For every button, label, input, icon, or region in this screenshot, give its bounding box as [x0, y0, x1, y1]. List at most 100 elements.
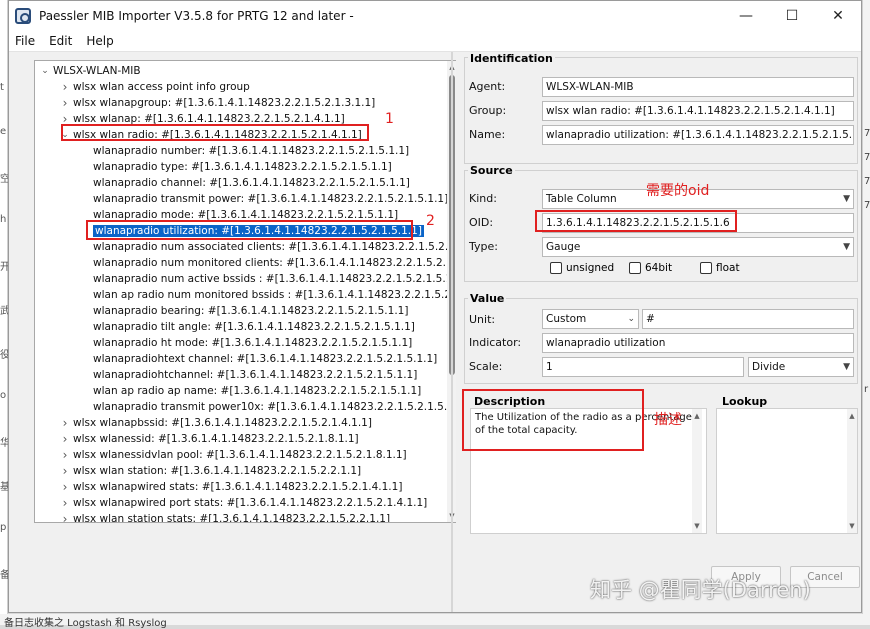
- background-glyph: h: [0, 214, 7, 225]
- tree-item[interactable]: wlanapradio bearing: #[1.3.6.1.4.1.14823…: [93, 304, 408, 319]
- tree-item-label: wlanapradio transmit power: #[1.3.6.1.4.…: [93, 193, 449, 205]
- close-button[interactable]: ✕: [815, 1, 861, 31]
- maximize-button[interactable]: ☐: [769, 1, 815, 31]
- tree-item[interactable]: wlsx wlanapbssid: #[1.3.6.1.4.1.14823.2.…: [73, 416, 372, 431]
- scroll-up-icon[interactable]: ▲: [847, 411, 857, 421]
- scroll-down-icon[interactable]: ▼: [692, 521, 702, 531]
- tree-item[interactable]: wlsx wlanapgroup: #[1.3.6.1.4.1.14823.2.…: [73, 96, 375, 111]
- tree-item[interactable]: wlanapradio ht mode: #[1.3.6.1.4.1.14823…: [93, 336, 412, 351]
- tree-item-label: wlanapradiohtext channel: #[1.3.6.1.4.1.…: [93, 353, 438, 365]
- value-title: Value: [468, 292, 507, 305]
- unit-label: Unit:: [469, 313, 496, 326]
- tree-item[interactable]: WLSX-WLAN-MIB: [53, 64, 141, 79]
- tree-item-label: wlanapradio number: #[1.3.6.1.4.1.14823.…: [93, 145, 410, 157]
- panel-splitter[interactable]: [451, 52, 453, 612]
- description-scrollbar[interactable]: ▲ ▼: [692, 409, 702, 533]
- annotation-box-description: [462, 389, 644, 451]
- tree-item[interactable]: wlanapradio number: #[1.3.6.1.4.1.14823.…: [93, 144, 409, 159]
- menu-bar: File Edit Help: [9, 31, 861, 52]
- type-label: Type:: [469, 240, 498, 253]
- tree-item[interactable]: wlsx wlanessid: #[1.3.6.1.4.1.14823.2.2.…: [73, 432, 359, 447]
- group-field[interactable]: wlsx wlan radio: #[1.3.6.1.4.1.14823.2.2…: [542, 101, 854, 121]
- tree-item[interactable]: wlsx wlanessidvlan pool: #[1.3.6.1.4.1.1…: [73, 448, 407, 463]
- tree-item-label: wlsx wlanapwired port stats: #[1.3.6.1.4…: [73, 497, 428, 509]
- tree-item[interactable]: wlanapradio type: #[1.3.6.1.4.1.14823.2.…: [93, 160, 392, 175]
- tree-item[interactable]: wlanapradio channel: #[1.3.6.1.4.1.14823…: [93, 176, 410, 191]
- watermark: 知乎 @瞿同学(Darren): [590, 578, 811, 602]
- float-checkbox[interactable]: float: [700, 262, 740, 274]
- background-glyph: r: [864, 384, 869, 395]
- tree-item[interactable]: wlsx wlanapwired port stats: #[1.3.6.1.4…: [73, 496, 427, 511]
- tree-item[interactable]: wlsx wlan station stats: #[1.3.6.1.4.1.1…: [73, 512, 391, 523]
- tree-item[interactable]: wlan ap radio ap name: #[1.3.6.1.4.1.148…: [93, 384, 421, 399]
- tree-collapsed-icon[interactable]: ›: [60, 432, 70, 447]
- tree-item[interactable]: wlanapradio transmit power10x: #[1.3.6.1…: [93, 400, 447, 415]
- indicator-field[interactable]: wlanapradio utilization: [542, 333, 854, 353]
- type-select[interactable]: Gauge ▼: [542, 237, 854, 257]
- tree-item-label: wlsx wlan station: #[1.3.6.1.4.1.14823.2…: [73, 465, 362, 477]
- tree-collapsed-icon[interactable]: ›: [60, 464, 70, 479]
- name-field[interactable]: wlanapradio utilization: #[1.3.6.1.4.1.1…: [542, 125, 854, 145]
- tree-item-label: wlsx wlan access point info group: [73, 81, 250, 93]
- tree-item[interactable]: wlanapradio tilt angle: #[1.3.6.1.4.1.14…: [93, 320, 415, 335]
- tree-item[interactable]: wlanapradio transmit power: #[1.3.6.1.4.…: [93, 192, 448, 207]
- title-bar: Paessler MIB Importer V3.5.8 for PRTG 12…: [9, 1, 861, 31]
- tree-item-label: wlan ap radio num monitored bssids : #[1…: [93, 289, 455, 301]
- scale-operation-select[interactable]: Divide ▼: [748, 357, 854, 377]
- unit-select[interactable]: Custom ⌄: [542, 309, 639, 329]
- tree-collapsed-icon[interactable]: ›: [60, 80, 70, 95]
- tree-item-label: wlanapradio tilt angle: #[1.3.6.1.4.1.14…: [93, 321, 415, 333]
- checkbox-box[interactable]: [629, 262, 641, 274]
- tree-item[interactable]: wlsx wlan station: #[1.3.6.1.4.1.14823.2…: [73, 464, 361, 479]
- mib-importer-window: Paessler MIB Importer V3.5.8 for PRTG 12…: [8, 0, 862, 613]
- lookup-scrollbar[interactable]: ▲ ▼: [847, 409, 857, 533]
- menu-file[interactable]: File: [15, 34, 35, 48]
- tree-item-label: wlsx wlanessidvlan pool: #[1.3.6.1.4.1.1…: [73, 449, 407, 461]
- lookup-list[interactable]: [716, 408, 858, 534]
- tree-collapsed-icon[interactable]: ›: [60, 448, 70, 463]
- tree-item-label: wlanapradio num monitored clients: #[1.3…: [93, 257, 453, 269]
- 64bit-label: 64bit: [645, 262, 673, 274]
- tree-item[interactable]: wlanapradio num monitored clients: #[1.3…: [93, 256, 453, 271]
- tree-item-label: wlsx wlan station stats: #[1.3.6.1.4.1.1…: [73, 513, 391, 523]
- tree-collapsed-icon[interactable]: ›: [60, 496, 70, 511]
- scale-field[interactable]: 1: [542, 357, 744, 377]
- minimize-button[interactable]: —: [723, 1, 769, 31]
- tree-collapsed-icon[interactable]: ›: [60, 96, 70, 111]
- tree-item[interactable]: wlanapradiohtchannel: #[1.3.6.1.4.1.1482…: [93, 368, 417, 383]
- tree-expanded-icon[interactable]: ⌄: [40, 64, 50, 79]
- tree-item[interactable]: wlanapradio num active bssids : #[1.3.6.…: [93, 272, 452, 287]
- background-glyph: 7: [864, 176, 870, 187]
- background-glyph: 7: [864, 200, 870, 211]
- chevron-down-icon: ▼: [843, 362, 850, 372]
- scroll-up-icon[interactable]: ▲: [692, 411, 702, 421]
- checkbox-box[interactable]: [550, 262, 562, 274]
- tree-collapsed-icon[interactable]: ›: [60, 416, 70, 431]
- scale-operation-value: Divide: [752, 361, 786, 373]
- tree-collapsed-icon[interactable]: ›: [60, 480, 70, 495]
- annotation-oid-note: 需要的oid: [646, 183, 710, 199]
- tree-item-label: wlanapradio num active bssids : #[1.3.6.…: [93, 273, 453, 285]
- tree-item-label: WLSX-WLAN-MIB: [53, 65, 141, 77]
- tree-item[interactable]: wlsx wlanapwired stats: #[1.3.6.1.4.1.14…: [73, 480, 402, 495]
- tree-item[interactable]: wlanapradiohtext channel: #[1.3.6.1.4.1.…: [93, 352, 437, 367]
- unsigned-checkbox[interactable]: unsigned: [550, 262, 614, 274]
- group-label: Group:: [469, 104, 507, 117]
- tree-collapsed-icon[interactable]: ›: [60, 512, 70, 522]
- tree-item[interactable]: wlanapradio num associated clients: #[1.…: [93, 240, 455, 255]
- scroll-down-icon[interactable]: ▼: [847, 521, 857, 531]
- 64bit-checkbox[interactable]: 64bit: [629, 262, 672, 274]
- tree-item[interactable]: wlan ap radio num monitored bssids : #[1…: [93, 288, 454, 303]
- tree-item-label: wlsx wlanapbssid: #[1.3.6.1.4.1.14823.2.…: [73, 417, 372, 429]
- chevron-down-icon: ▼: [843, 194, 850, 204]
- unit-custom-field[interactable]: #: [642, 309, 854, 329]
- tree-item-label: wlanapradio bearing: #[1.3.6.1.4.1.14823…: [93, 305, 409, 317]
- tree-item-label: wlanapradio channel: #[1.3.6.1.4.1.14823…: [93, 177, 410, 189]
- menu-edit[interactable]: Edit: [49, 34, 72, 48]
- agent-field[interactable]: WLSX-WLAN-MIB: [542, 77, 854, 97]
- annotation-box-utilization: [86, 220, 413, 240]
- background-glyph: p: [0, 522, 7, 533]
- menu-help[interactable]: Help: [86, 34, 113, 48]
- checkbox-box[interactable]: [700, 262, 712, 274]
- tree-item[interactable]: wlsx wlan access point info group: [73, 80, 250, 95]
